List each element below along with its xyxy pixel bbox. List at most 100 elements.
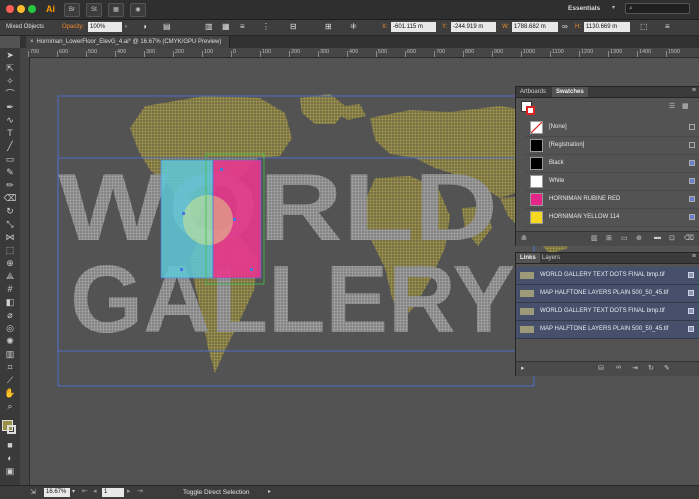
swatch-row[interactable]: HORNIMAN YELLOW 114 bbox=[525, 209, 699, 227]
align-to-icon[interactable]: ⊟ bbox=[290, 22, 297, 32]
link-row[interactable]: WORLD GALLERY TEXT DOTS FINAL bmp.tif bbox=[516, 303, 699, 321]
tab-layers[interactable]: Layers bbox=[538, 253, 564, 263]
swatch-libraries-icon[interactable]: ⋒ bbox=[521, 234, 527, 242]
swatch-row[interactable]: [Registration] bbox=[525, 137, 699, 155]
h-field[interactable]: 1130.669 m bbox=[584, 22, 630, 32]
y-field[interactable]: -244.919 m bbox=[451, 22, 496, 32]
fill-stroke-indicator[interactable] bbox=[521, 101, 535, 115]
slice-tool-icon[interactable]: ⟋ bbox=[3, 375, 17, 386]
symbol-sprayer-tool-icon[interactable]: ✺ bbox=[3, 336, 17, 347]
show-kinds-icon[interactable]: ▥ bbox=[591, 234, 598, 242]
type-tool-icon[interactable]: T bbox=[3, 128, 17, 139]
chevron-down-icon[interactable]: ▾ bbox=[612, 4, 615, 11]
zoom-window-button[interactable] bbox=[28, 5, 36, 13]
opacity-field[interactable]: 100% bbox=[88, 22, 122, 32]
lasso-tool-icon[interactable]: ⌒ bbox=[3, 89, 17, 100]
direct-selection-tool-icon[interactable]: ⇱ bbox=[3, 63, 17, 74]
panel-menu-icon[interactable]: ≡ bbox=[665, 22, 670, 32]
align-icon[interactable]: ▤ bbox=[163, 22, 171, 32]
hand-tool-icon[interactable]: ✋ bbox=[3, 388, 17, 399]
shape-builder-tool-icon[interactable]: ⊕ bbox=[3, 258, 17, 269]
color-mode-icon[interactable]: ■ bbox=[3, 440, 17, 451]
tab-links[interactable]: Links bbox=[516, 253, 540, 263]
graph-tool-icon[interactable]: ▥ bbox=[3, 349, 17, 360]
chevron-down-icon[interactable]: ▾ bbox=[72, 488, 75, 495]
minimize-window-button[interactable] bbox=[17, 5, 25, 13]
bridge-button[interactable]: Br bbox=[64, 3, 80, 17]
arrange-documents-button[interactable]: ▦ bbox=[108, 3, 124, 17]
artboard-number-field[interactable]: 1 bbox=[102, 488, 124, 497]
magic-wand-tool-icon[interactable]: ✧ bbox=[3, 76, 17, 87]
go-to-link-icon[interactable]: ⇥ bbox=[632, 364, 638, 372]
stroke-swatch[interactable] bbox=[7, 425, 16, 434]
new-swatch-icon[interactable]: ⊕ bbox=[636, 234, 642, 242]
transform-options-icon[interactable]: ⬚ bbox=[640, 22, 648, 32]
pencil-tool-icon[interactable]: ✏ bbox=[3, 180, 17, 191]
swatch-row[interactable]: Black bbox=[525, 155, 699, 173]
blend-tool-icon[interactable]: ◎ bbox=[3, 323, 17, 334]
constrain-proportions-icon[interactable]: ∞ bbox=[562, 22, 568, 32]
close-tab-icon[interactable]: × bbox=[30, 39, 34, 45]
zoom-tool-icon[interactable]: ⌕ bbox=[3, 401, 17, 412]
mesh-tool-icon[interactable]: # bbox=[3, 284, 17, 295]
distribute-icon[interactable]: ⋮ bbox=[262, 22, 270, 32]
document-tab[interactable]: × Horniman_LowerFloor_ElevG_4.ai* @ 16.67… bbox=[26, 36, 231, 48]
panel-menu-icon[interactable]: ≡ bbox=[692, 87, 696, 94]
curvature-tool-icon[interactable]: ∿ bbox=[3, 115, 17, 126]
swatch-row[interactable]: White bbox=[525, 173, 699, 191]
draw-mode-icon[interactable]: ◐ bbox=[3, 453, 17, 464]
trash-icon[interactable]: ⌫ bbox=[684, 234, 694, 242]
gradient-tool-icon[interactable]: ◧ bbox=[3, 297, 17, 308]
selection-tool-icon[interactable]: ➤ bbox=[3, 50, 17, 61]
last-artboard-icon[interactable]: ⇥ bbox=[137, 487, 143, 495]
artboard-nav-icon[interactable]: ⇲ bbox=[30, 488, 38, 497]
eyedropper-tool-icon[interactable]: ⌀ bbox=[3, 310, 17, 321]
workspace-switcher[interactable]: Essentials bbox=[568, 3, 600, 15]
swatch-options-icon[interactable]: ⊞ bbox=[606, 234, 612, 242]
opacity-label[interactable]: Opacity: bbox=[62, 22, 84, 32]
stock-button[interactable]: St bbox=[86, 3, 102, 17]
artboard-tool-icon[interactable]: ⌗ bbox=[3, 362, 17, 373]
w-field[interactable]: 1788.682 m bbox=[512, 22, 558, 32]
rotate-tool-icon[interactable]: ↻ bbox=[3, 206, 17, 217]
tab-swatches[interactable]: Swatches bbox=[552, 87, 588, 97]
previous-artboard-icon[interactable]: ◂ bbox=[93, 487, 97, 495]
folder-icon[interactable]: ▬ bbox=[654, 234, 661, 241]
close-window-button[interactable] bbox=[6, 5, 14, 13]
perspective-grid-tool-icon[interactable]: ⟁ bbox=[3, 271, 17, 282]
tool-status-text[interactable]: Toggle Direct Selection bbox=[183, 488, 249, 497]
free-transform-tool-icon[interactable]: ⬚ bbox=[3, 245, 17, 256]
link-row[interactable]: WORLD GALLERY TEXT DOTS FINAL bmp.tif bbox=[516, 267, 699, 285]
line-tool-icon[interactable]: ╱ bbox=[3, 141, 17, 152]
tab-artboards[interactable]: Artboards bbox=[516, 87, 550, 97]
transform-icon[interactable]: ▦ bbox=[222, 22, 230, 32]
rectangle-tool-icon[interactable]: ▭ bbox=[3, 154, 17, 165]
grid-icon[interactable]: ⊞ bbox=[325, 22, 332, 32]
shape-modes-icon[interactable]: ▥ bbox=[205, 22, 213, 32]
paintbrush-tool-icon[interactable]: ✎ bbox=[3, 167, 17, 178]
search-field[interactable]: ⌕ bbox=[625, 3, 690, 14]
link-row[interactable]: MAP HALFTONE LAYERS PLAIN 500_50_45.tif bbox=[516, 321, 699, 339]
update-link-icon[interactable]: ↻ bbox=[648, 364, 654, 372]
edit-original-icon[interactable]: ✎ bbox=[664, 364, 670, 372]
panel-menu-icon[interactable]: ≡ bbox=[692, 253, 696, 260]
chevron-right-icon[interactable]: › bbox=[125, 22, 127, 32]
new-color-group-icon[interactable]: ▭ bbox=[621, 234, 628, 242]
relink-icon[interactable]: ∞ bbox=[616, 364, 621, 371]
swatch-row[interactable]: HORNIMAN RUBINE RED bbox=[525, 191, 699, 209]
scale-tool-icon[interactable]: ⤡ bbox=[3, 219, 17, 230]
thumbnail-view-icon[interactable]: ▦ bbox=[682, 102, 689, 110]
x-field[interactable]: -601.115 m bbox=[391, 22, 436, 32]
zoom-field[interactable]: 16.67% bbox=[44, 488, 70, 497]
first-artboard-icon[interactable]: ⇤ bbox=[82, 487, 88, 495]
width-tool-icon[interactable]: ⋈ bbox=[3, 232, 17, 243]
list-view-icon[interactable]: ☰ bbox=[669, 102, 675, 110]
status-chevron-icon[interactable]: ▸ bbox=[268, 488, 271, 495]
gpu-performance-icon[interactable]: ◉ bbox=[130, 3, 146, 17]
recolor-artwork-icon[interactable]: ◑ bbox=[142, 22, 147, 32]
link-row[interactable]: MAP HALFTONE LAYERS PLAIN 500_50_45.tif bbox=[516, 285, 699, 303]
next-artboard-icon[interactable]: ▸ bbox=[127, 487, 131, 495]
reference-point-icon[interactable]: ⁜ bbox=[350, 22, 357, 32]
show-link-info-icon[interactable]: ▸ bbox=[521, 364, 525, 372]
align-left-icon[interactable]: ≡ bbox=[240, 22, 245, 32]
